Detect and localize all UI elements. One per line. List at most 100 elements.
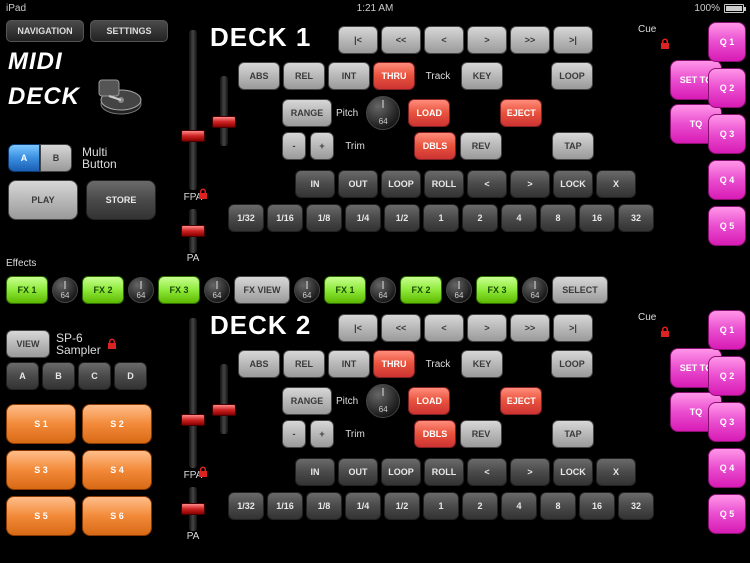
fx1-a[interactable]: FX 1 — [6, 276, 48, 304]
deck2-first[interactable]: |< — [338, 314, 378, 342]
fx2-a[interactable]: FX 2 — [82, 276, 124, 304]
deck1-x[interactable]: X — [596, 170, 636, 198]
deck2-trim-fader[interactable] — [220, 364, 228, 434]
deck-b-toggle[interactable]: B — [40, 144, 72, 172]
deck1-int[interactable]: INT — [328, 62, 370, 90]
deck2-play[interactable]: > — [467, 314, 507, 342]
deck1-lock[interactable]: LOCK — [553, 170, 593, 198]
deck1-plus[interactable]: + — [310, 132, 334, 160]
sample-s6[interactable]: S 6 — [82, 496, 152, 536]
deck2-out[interactable]: OUT — [338, 458, 378, 486]
sampler-bank-c[interactable]: C — [78, 362, 111, 390]
fx-view-button[interactable]: FX VIEW — [234, 276, 290, 304]
deck1-roll[interactable]: ROLL — [424, 170, 464, 198]
deck2-roll[interactable]: ROLL — [424, 458, 464, 486]
deck2-q4[interactable]: Q 4 — [708, 448, 746, 488]
deck2-tap[interactable]: TAP — [552, 420, 594, 448]
deck2-beat-1-16[interactable]: 1/16 — [267, 492, 303, 520]
sample-s1[interactable]: S 1 — [6, 404, 76, 444]
deck2-beat-1-32[interactable]: 1/32 — [228, 492, 264, 520]
store-button[interactable]: STORE — [86, 180, 156, 220]
deck1-fwd[interactable]: >> — [510, 26, 550, 54]
deck2-last[interactable]: >| — [553, 314, 593, 342]
deck1-q4[interactable]: Q 4 — [708, 160, 746, 200]
deck2-beat-32[interactable]: 32 — [618, 492, 654, 520]
deck1-pitch-fader[interactable] — [189, 30, 197, 190]
deck1-out[interactable]: OUT — [338, 170, 378, 198]
deck1-beat-32[interactable]: 32 — [618, 204, 654, 232]
play-button[interactable]: PLAY — [8, 180, 78, 220]
deck2-rev[interactable]: REV — [460, 420, 502, 448]
settings-button[interactable]: SETTINGS — [90, 20, 168, 42]
deck1-rev[interactable]: REV — [460, 132, 502, 160]
deck1-thru[interactable]: THRU — [373, 62, 415, 90]
sampler-bank-b[interactable]: B — [42, 362, 75, 390]
deck2-beat-4[interactable]: 4 — [501, 492, 537, 520]
deck1-beat-8[interactable]: 8 — [540, 204, 576, 232]
deck2-rew[interactable]: << — [381, 314, 421, 342]
deck2-pitch-fader[interactable] — [189, 318, 197, 468]
sample-s5[interactable]: S 5 — [6, 496, 76, 536]
fx-select-button[interactable]: SELECT — [552, 276, 608, 304]
deck2-beat-1[interactable]: 1 — [423, 492, 459, 520]
deck2-beat-1-8[interactable]: 1/8 — [306, 492, 342, 520]
deck2-rel[interactable]: REL — [283, 350, 325, 378]
deck1-load[interactable]: LOAD — [408, 99, 450, 127]
deck2-range[interactable]: RANGE — [282, 387, 332, 415]
sampler-bank-a[interactable]: A — [6, 362, 39, 390]
deck1-beat-1-16[interactable]: 1/16 — [267, 204, 303, 232]
deck2-beat-1-2[interactable]: 1/2 — [384, 492, 420, 520]
deck2-plus[interactable]: + — [310, 420, 334, 448]
deck2-minus[interactable]: - — [282, 420, 306, 448]
deck1-abs[interactable]: ABS — [238, 62, 280, 90]
deck1-q1[interactable]: Q 1 — [708, 22, 746, 62]
deck1-back[interactable]: < — [424, 26, 464, 54]
deck1-beat-4[interactable]: 4 — [501, 204, 537, 232]
deck1-lt[interactable]: < — [467, 170, 507, 198]
deck2-gt[interactable]: > — [510, 458, 550, 486]
deck2-eject[interactable]: EJECT — [500, 387, 542, 415]
deck2-key[interactable]: KEY — [461, 350, 503, 378]
fx3-a[interactable]: FX 3 — [158, 276, 200, 304]
deck1-q2[interactable]: Q 2 — [708, 68, 746, 108]
deck1-beat-1-4[interactable]: 1/4 — [345, 204, 381, 232]
deck2-fwd[interactable]: >> — [510, 314, 550, 342]
sampler-view-button[interactable]: VIEW — [6, 330, 50, 358]
deck1-last[interactable]: >| — [553, 26, 593, 54]
deck1-beat-2[interactable]: 2 — [462, 204, 498, 232]
navigation-button[interactable]: NAVIGATION — [6, 20, 84, 42]
deck2-q1[interactable]: Q 1 — [708, 310, 746, 350]
deck2-abs[interactable]: ABS — [238, 350, 280, 378]
deck1-tap[interactable]: TAP — [552, 132, 594, 160]
sample-s2[interactable]: S 2 — [82, 404, 152, 444]
deck1-loop2[interactable]: LOOP — [381, 170, 421, 198]
deck2-beat-16[interactable]: 16 — [579, 492, 615, 520]
deck1-q3[interactable]: Q 3 — [708, 114, 746, 154]
deck2-q3[interactable]: Q 3 — [708, 402, 746, 442]
deck1-beat-1-32[interactable]: 1/32 — [228, 204, 264, 232]
deck1-beat-1-2[interactable]: 1/2 — [384, 204, 420, 232]
deck1-beat-16[interactable]: 16 — [579, 204, 615, 232]
fx3-b-knob[interactable]: 64 — [522, 277, 548, 303]
deck2-in[interactable]: IN — [295, 458, 335, 486]
deck1-trim-knob[interactable]: 64 — [366, 96, 400, 130]
deck2-beat-2[interactable]: 2 — [462, 492, 498, 520]
deck1-q5[interactable]: Q 5 — [708, 206, 746, 246]
deck1-beat-1[interactable]: 1 — [423, 204, 459, 232]
fx1-a-knob[interactable]: 64 — [52, 277, 78, 303]
deck2-beat-1-4[interactable]: 1/4 — [345, 492, 381, 520]
deck1-beat-1-8[interactable]: 1/8 — [306, 204, 342, 232]
fx3-a-knob[interactable]: 64 — [204, 277, 230, 303]
deck1-loop[interactable]: LOOP — [551, 62, 593, 90]
deck1-pa-fader[interactable] — [189, 209, 197, 253]
deck2-dbls[interactable]: DBLS — [414, 420, 456, 448]
deck1-rew[interactable]: << — [381, 26, 421, 54]
deck2-back[interactable]: < — [424, 314, 464, 342]
deck2-loop[interactable]: LOOP — [551, 350, 593, 378]
deck2-loop2[interactable]: LOOP — [381, 458, 421, 486]
deck1-dbls[interactable]: DBLS — [414, 132, 456, 160]
deck2-trim-knob[interactable]: 64 — [366, 384, 400, 418]
deck1-in[interactable]: IN — [295, 170, 335, 198]
deck2-int[interactable]: INT — [328, 350, 370, 378]
deck1-minus[interactable]: - — [282, 132, 306, 160]
